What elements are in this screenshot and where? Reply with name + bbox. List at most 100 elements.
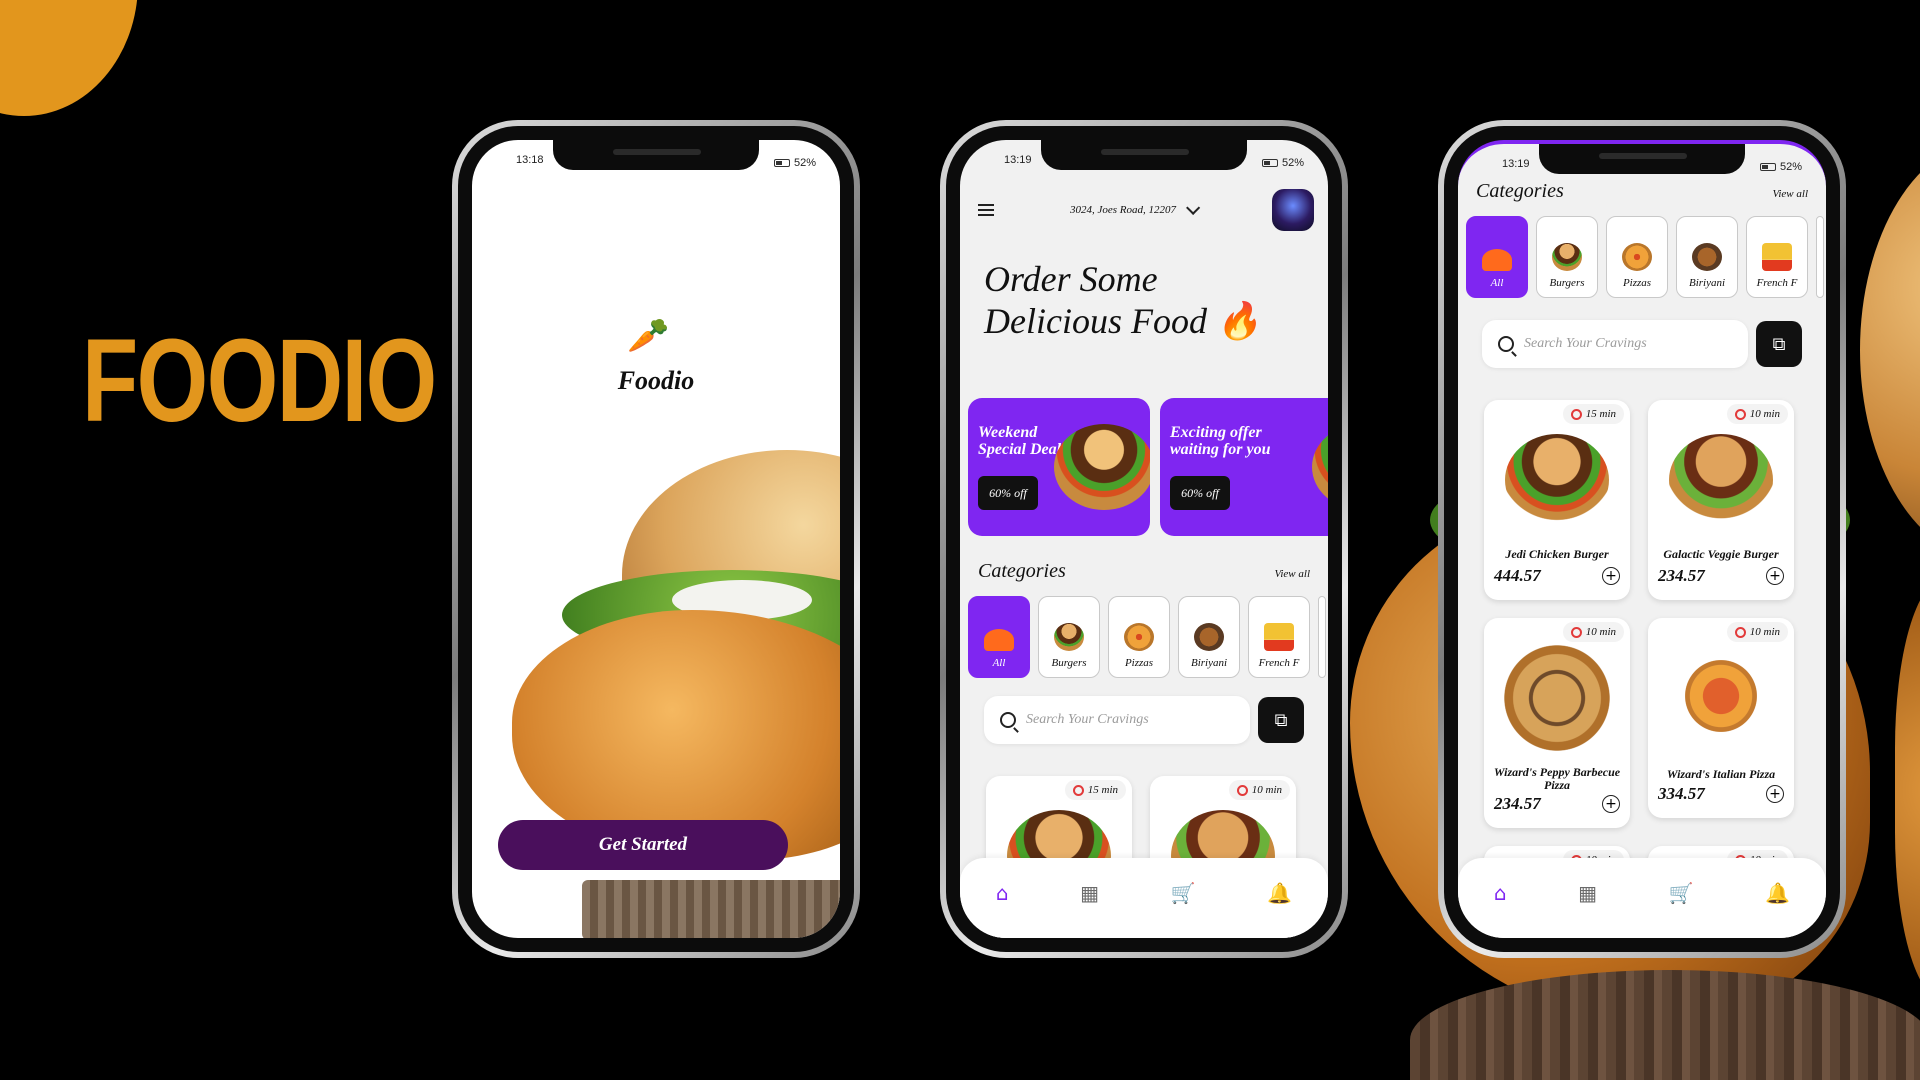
cart-icon[interactable]: 🛒 — [1669, 881, 1694, 905]
search-input[interactable]: Search Your Cravings — [1482, 320, 1748, 368]
view-all-link[interactable]: View all — [1274, 568, 1310, 580]
category-more[interactable] — [1816, 216, 1824, 298]
biriyani-icon — [1692, 243, 1722, 271]
burger-image — [1505, 434, 1609, 526]
food-price: 234.57 — [1494, 794, 1541, 813]
alarm-icon — [1734, 408, 1746, 420]
deals-carousel[interactable]: Weekend Special Deal 60% off Exciting of… — [968, 398, 1328, 536]
fries-icon — [1762, 243, 1792, 271]
burger-image — [1669, 434, 1773, 526]
alarm-icon — [1072, 784, 1084, 796]
food-price: 444.57 — [1494, 566, 1541, 585]
listing-screen: 13:19 52% Categories View all All Burger… — [1458, 140, 1826, 938]
food-tray-icon — [984, 629, 1014, 651]
store-icon[interactable]: ▦ — [1080, 881, 1099, 905]
add-to-cart-button[interactable]: + — [1602, 795, 1620, 813]
bottom-nav: ⌂ ▦ 🛒 🔔 — [960, 858, 1328, 938]
filter-button[interactable]: ⧉ — [1756, 321, 1802, 367]
time-text: 10 min — [1251, 784, 1282, 796]
splash-screen: 13:18 52% 🥕 Foodio Get Started — [472, 140, 840, 938]
pizza-icon — [1622, 243, 1652, 271]
food-price: 234.57 — [1658, 566, 1705, 585]
search-input[interactable]: Search Your Cravings — [984, 696, 1250, 744]
pizza-icon — [1124, 623, 1154, 651]
home-icon[interactable]: ⌂ — [1494, 881, 1507, 905]
bell-icon[interactable]: 🔔 — [1267, 881, 1292, 905]
category-more[interactable] — [1318, 596, 1326, 678]
app-name: Foodio — [617, 366, 695, 395]
address-selector[interactable]: 3024, Joes Road, 12207 — [1070, 200, 1201, 216]
search-row: Search Your Cravings ⧉ — [984, 696, 1304, 744]
status-bar: 13:19 52% — [1458, 158, 1826, 176]
battery-icon — [773, 159, 790, 167]
status-bar: 13:19 52% — [960, 154, 1328, 172]
category-french-fries[interactable]: French F — [1746, 216, 1808, 298]
categories-title: Categories — [978, 560, 1066, 582]
search-icon — [1000, 712, 1016, 728]
hero-line-2: Delicious Food — [984, 301, 1207, 341]
search-placeholder: Search Your Cravings — [1026, 712, 1149, 727]
category-biriyani[interactable]: Biriyani — [1676, 216, 1738, 298]
food-price: 334.57 — [1658, 784, 1705, 803]
cart-icon[interactable]: 🛒 — [1171, 881, 1196, 905]
category-all[interactable]: All — [968, 596, 1030, 678]
phone-home: 13:19 52% 3024, Joes Road, 12207 Order S… — [940, 120, 1348, 958]
status-time: 13:19 — [1004, 154, 1032, 166]
category-burgers[interactable]: Burgers — [1038, 596, 1100, 678]
food-card[interactable]: 10 min Wizard's Peppy Barbecue Pizza 234… — [1484, 618, 1630, 828]
category-all[interactable]: All — [1466, 216, 1528, 298]
status-time: 13:18 — [516, 154, 544, 166]
category-pizzas[interactable]: Pizzas — [1606, 216, 1668, 298]
view-all-link[interactable]: View all — [1772, 188, 1808, 200]
food-name: Galactic Veggie Burger — [1663, 547, 1779, 561]
deal-title: Exciting offer waiting for you — [1170, 424, 1271, 458]
chevron-down-icon — [1186, 200, 1201, 215]
burger-image — [1054, 424, 1150, 510]
category-burgers[interactable]: Burgers — [1536, 216, 1598, 298]
category-label: All — [992, 657, 1006, 669]
time-badge: 15 min — [1064, 780, 1126, 800]
add-to-cart-button[interactable]: + — [1766, 567, 1784, 585]
alarm-icon — [1734, 626, 1746, 638]
hero-heading: Order Some Delicious Food 🔥 — [984, 258, 1304, 342]
avatar[interactable] — [1271, 189, 1314, 231]
deal-badge[interactable]: 60% off — [1170, 476, 1230, 510]
sliders-icon: ⧉ — [1772, 333, 1786, 355]
food-card[interactable]: 10 min Galactic Veggie Burger 234.57 + — [1648, 400, 1794, 600]
battery-level: 52% — [1281, 157, 1304, 169]
category-biriyani[interactable]: Biriyani — [1178, 596, 1240, 678]
biriyani-icon — [1194, 623, 1224, 651]
add-to-cart-button[interactable]: + — [1766, 785, 1784, 803]
price-row: 444.57 + — [1494, 566, 1620, 586]
store-icon[interactable]: ▦ — [1578, 881, 1597, 905]
price-row: 234.57 + — [1658, 566, 1784, 586]
food-tray-icon — [1482, 249, 1512, 271]
deal-card[interactable]: Weekend Special Deal 60% off — [968, 398, 1150, 536]
food-card[interactable]: 15 min Jedi Chicken Burger 444.57 + — [1484, 400, 1630, 600]
category-label: Pizzas — [1124, 657, 1154, 669]
brand-title: FOODIO — [82, 315, 437, 447]
food-card[interactable]: 10 min Wizard's Italian Pizza 334.57 + — [1648, 618, 1794, 818]
deal-card[interactable]: Exciting offer waiting for you 60% off — [1160, 398, 1328, 536]
get-started-button[interactable]: Get Started — [498, 820, 788, 870]
search-placeholder: Search Your Cravings — [1524, 336, 1647, 351]
battery-level: 52% — [793, 157, 816, 169]
status-time: 13:19 — [1502, 158, 1530, 170]
battery-icon — [1759, 163, 1776, 171]
category-label: Burgers — [1549, 277, 1585, 289]
hero-line-1: Order Some — [984, 259, 1158, 299]
time-text: 15 min — [1585, 408, 1616, 420]
time-text: 10 min — [1749, 626, 1780, 638]
food-name: Jedi Chicken Burger — [1505, 547, 1609, 561]
filter-button[interactable]: ⧉ — [1258, 697, 1304, 743]
alarm-icon — [1570, 408, 1582, 420]
category-pizzas[interactable]: Pizzas — [1108, 596, 1170, 678]
price-row: 234.57 + — [1494, 794, 1620, 814]
home-icon[interactable]: ⌂ — [996, 881, 1009, 905]
bell-icon[interactable]: 🔔 — [1765, 881, 1790, 905]
add-to-cart-button[interactable]: + — [1602, 567, 1620, 585]
menu-icon[interactable] — [978, 204, 994, 216]
deal-badge[interactable]: 60% off — [978, 476, 1038, 510]
category-french-fries[interactable]: French F — [1248, 596, 1310, 678]
price-row: 334.57 + — [1658, 784, 1784, 804]
